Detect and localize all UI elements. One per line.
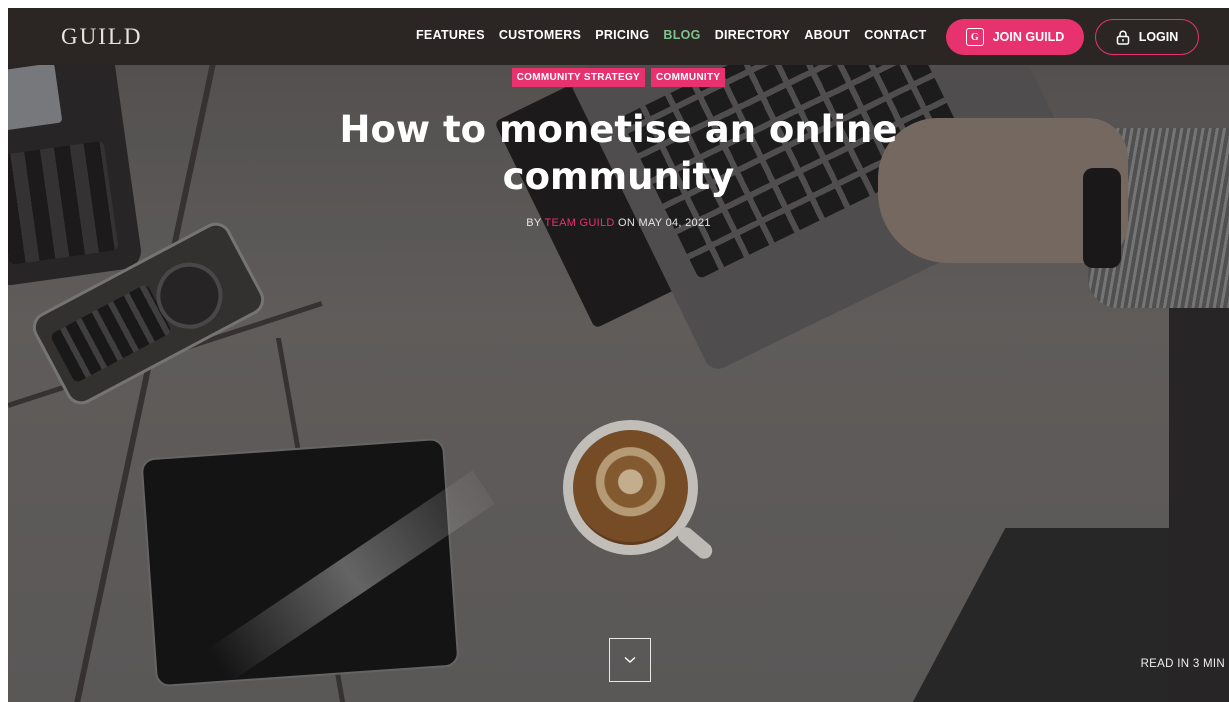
lock-icon: [1116, 30, 1129, 45]
post-byline: BY TEAM GUILD ON MAY 04, 2021: [8, 217, 1229, 229]
nav-link-customers[interactable]: CUSTOMERS: [499, 28, 581, 42]
read-time: READ IN 3 MIN: [1140, 658, 1225, 670]
nav-link-contact[interactable]: CONTACT: [864, 28, 926, 42]
join-guild-button[interactable]: G JOIN GUILD: [946, 19, 1084, 55]
post-title-line-1: How to monetise an online: [339, 108, 898, 151]
post-title: How to monetise an online community: [8, 106, 1229, 200]
join-guild-label: JOIN GUILD: [992, 30, 1065, 44]
scroll-down-button[interactable]: [609, 638, 651, 682]
login-button[interactable]: LOGIN: [1095, 19, 1199, 55]
page: GUILD FEATURES CUSTOMERS PRICING BLOG DI…: [8, 8, 1229, 702]
post-date: MAY 04, 2021: [638, 217, 711, 229]
nav-links: FEATURES CUSTOMERS PRICING BLOG DIRECTOR…: [416, 28, 941, 42]
top-nav: GUILD FEATURES CUSTOMERS PRICING BLOG DI…: [8, 8, 1229, 65]
guild-logo[interactable]: GUILD: [61, 24, 143, 50]
post-title-line-2: community: [502, 155, 735, 198]
author-link[interactable]: TEAM GUILD: [544, 217, 614, 229]
guild-g-icon: G: [965, 28, 984, 46]
nav-link-about[interactable]: ABOUT: [804, 28, 850, 42]
byline-on: ON: [618, 217, 636, 229]
nav-link-features[interactable]: FEATURES: [416, 28, 485, 42]
tag-community[interactable]: COMMUNITY: [651, 68, 726, 87]
nav-link-blog[interactable]: BLOG: [663, 28, 700, 42]
chevron-down-icon: [624, 656, 636, 663]
post-tags: COMMUNITY STRATEGY COMMUNITY: [8, 68, 1229, 87]
tag-community-strategy[interactable]: COMMUNITY STRATEGY: [511, 68, 645, 87]
byline-by: BY: [526, 217, 542, 229]
login-label: LOGIN: [1138, 30, 1179, 44]
nav-link-directory[interactable]: DIRECTORY: [715, 28, 791, 42]
nav-link-pricing[interactable]: PRICING: [595, 28, 649, 42]
